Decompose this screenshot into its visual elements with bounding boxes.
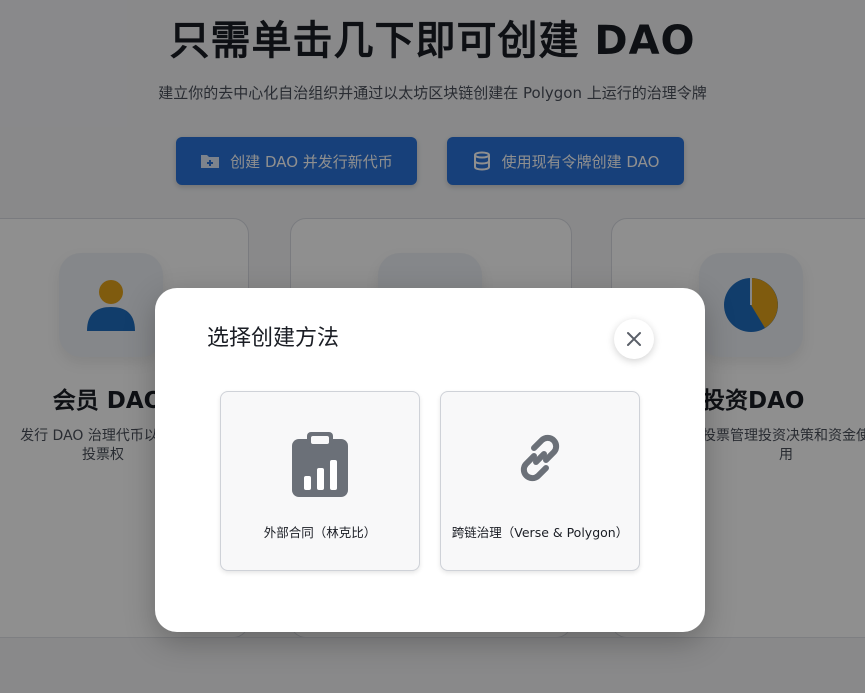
create-method-modal: 选择创建方法 外部合同（林克比） 跨链治理（Verse & Polygon） [155,288,705,632]
cross-chain-governance-option[interactable]: 跨链治理（Verse & Polygon） [440,391,640,571]
clipboard-chart-icon [292,432,348,497]
external-contract-option[interactable]: 外部合同（林克比） [220,391,420,571]
modal-title: 选择创建方法 [207,326,340,351]
close-icon [627,332,641,346]
external-contract-label: 外部合同（林克比） [263,525,377,540]
close-button[interactable] [614,319,654,359]
cross-chain-governance-label: 跨链治理（Verse & Polygon） [451,525,629,540]
link-icon [520,434,560,482]
